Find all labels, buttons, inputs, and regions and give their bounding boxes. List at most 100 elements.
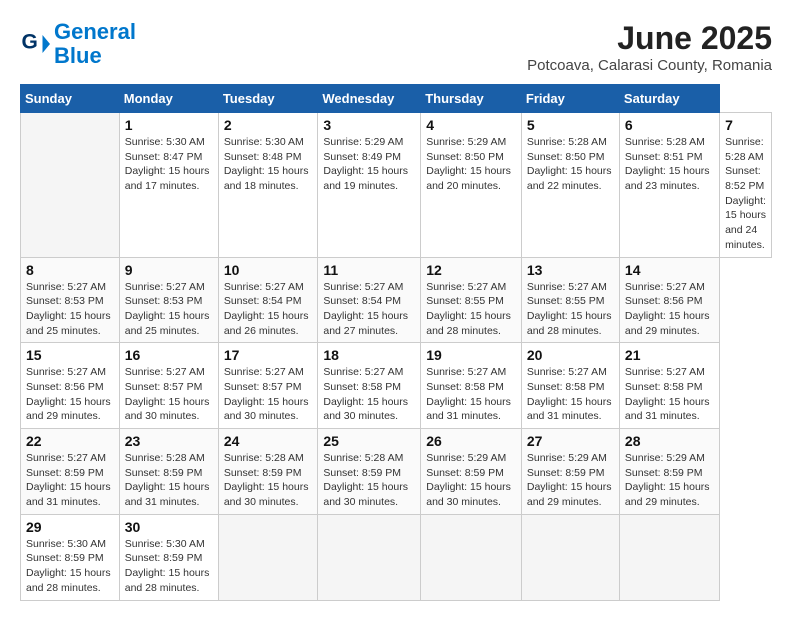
daylight: Daylight: 15 hours and 20 minutes. — [426, 165, 511, 192]
day-number: 5 — [527, 117, 614, 133]
sunset: Sunset: 8:59 PM — [426, 467, 504, 479]
day-number: 14 — [625, 262, 714, 278]
sunrise: Sunrise: 5:27 AM — [527, 366, 607, 378]
week-row-2: 8 Sunrise: 5:27 AM Sunset: 8:53 PM Dayli… — [21, 257, 772, 343]
sunset: Sunset: 8:54 PM — [224, 295, 302, 307]
sunrise: Sunrise: 5:29 AM — [625, 452, 705, 464]
day-number: 13 — [527, 262, 614, 278]
sunset: Sunset: 8:59 PM — [125, 467, 203, 479]
sunset: Sunset: 8:59 PM — [224, 467, 302, 479]
calendar-cell: 3 Sunrise: 5:29 AM Sunset: 8:49 PM Dayli… — [318, 113, 421, 258]
day-info: Sunrise: 5:27 AM Sunset: 8:53 PM Dayligh… — [26, 280, 114, 339]
location-title: Potcoava, Calarasi County, Romania — [527, 57, 772, 74]
day-number: 20 — [527, 347, 614, 363]
daylight: Daylight: 15 hours and 31 minutes. — [125, 481, 210, 508]
day-number: 7 — [725, 117, 766, 133]
daylight: Daylight: 15 hours and 29 minutes. — [26, 396, 111, 423]
daylight: Daylight: 15 hours and 30 minutes. — [125, 396, 210, 423]
day-info: Sunrise: 5:27 AM Sunset: 8:59 PM Dayligh… — [26, 451, 114, 510]
sunset: Sunset: 8:58 PM — [426, 381, 504, 393]
day-info: Sunrise: 5:27 AM Sunset: 8:57 PM Dayligh… — [224, 365, 313, 424]
day-number: 25 — [323, 433, 415, 449]
calendar-cell: 11 Sunrise: 5:27 AM Sunset: 8:54 PM Dayl… — [318, 257, 421, 343]
calendar-cell: 7 Sunrise: 5:28 AM Sunset: 8:52 PM Dayli… — [720, 113, 772, 258]
sunset: Sunset: 8:58 PM — [323, 381, 401, 393]
daylight: Daylight: 15 hours and 30 minutes. — [224, 481, 309, 508]
calendar-cell: 22 Sunrise: 5:27 AM Sunset: 8:59 PM Dayl… — [21, 429, 120, 515]
sunset: Sunset: 8:51 PM — [625, 151, 703, 163]
day-number: 26 — [426, 433, 516, 449]
sunrise: Sunrise: 5:27 AM — [125, 366, 205, 378]
daylight: Daylight: 15 hours and 18 minutes. — [224, 165, 309, 192]
day-info: Sunrise: 5:27 AM Sunset: 8:56 PM Dayligh… — [26, 365, 114, 424]
calendar-cell: 27 Sunrise: 5:29 AM Sunset: 8:59 PM Dayl… — [521, 429, 619, 515]
day-info: Sunrise: 5:30 AM Sunset: 8:48 PM Dayligh… — [224, 135, 313, 194]
daylight: Daylight: 15 hours and 27 minutes. — [323, 310, 408, 337]
sunrise: Sunrise: 5:27 AM — [527, 281, 607, 293]
sunset: Sunset: 8:58 PM — [527, 381, 605, 393]
logo-text: General Blue — [54, 20, 136, 68]
day-info: Sunrise: 5:28 AM Sunset: 8:51 PM Dayligh… — [625, 135, 714, 194]
sunrise: Sunrise: 5:27 AM — [323, 366, 403, 378]
day-number: 3 — [323, 117, 415, 133]
calendar-cell: 6 Sunrise: 5:28 AM Sunset: 8:51 PM Dayli… — [619, 113, 719, 258]
sunset: Sunset: 8:59 PM — [323, 467, 401, 479]
sunrise: Sunrise: 5:29 AM — [426, 452, 506, 464]
sunset: Sunset: 8:47 PM — [125, 151, 203, 163]
sunset: Sunset: 8:57 PM — [224, 381, 302, 393]
day-number: 18 — [323, 347, 415, 363]
sunset: Sunset: 8:59 PM — [26, 552, 104, 564]
sunrise: Sunrise: 5:27 AM — [26, 452, 106, 464]
daylight: Daylight: 15 hours and 29 minutes. — [527, 481, 612, 508]
calendar-cell: 1 Sunrise: 5:30 AM Sunset: 8:47 PM Dayli… — [119, 113, 218, 258]
daylight: Daylight: 15 hours and 22 minutes. — [527, 165, 612, 192]
sunrise: Sunrise: 5:28 AM — [527, 136, 607, 148]
daylight: Daylight: 15 hours and 28 minutes. — [426, 310, 511, 337]
day-info: Sunrise: 5:28 AM Sunset: 8:52 PM Dayligh… — [725, 135, 766, 253]
sunrise: Sunrise: 5:27 AM — [625, 281, 705, 293]
sunset: Sunset: 8:49 PM — [323, 151, 401, 163]
day-number: 21 — [625, 347, 714, 363]
sunset: Sunset: 8:55 PM — [426, 295, 504, 307]
sunrise: Sunrise: 5:27 AM — [26, 366, 106, 378]
calendar-cell: 28 Sunrise: 5:29 AM Sunset: 8:59 PM Dayl… — [619, 429, 719, 515]
daylight: Daylight: 15 hours and 25 minutes. — [125, 310, 210, 337]
day-info: Sunrise: 5:28 AM Sunset: 8:59 PM Dayligh… — [125, 451, 213, 510]
sunset: Sunset: 8:56 PM — [625, 295, 703, 307]
weekday-header-thursday: Thursday — [421, 85, 522, 113]
sunrise: Sunrise: 5:27 AM — [224, 281, 304, 293]
daylight: Daylight: 15 hours and 23 minutes. — [625, 165, 710, 192]
day-info: Sunrise: 5:27 AM Sunset: 8:53 PM Dayligh… — [125, 280, 213, 339]
calendar-cell: 19 Sunrise: 5:27 AM Sunset: 8:58 PM Dayl… — [421, 343, 522, 429]
logo-icon: G — [20, 29, 50, 59]
weekday-header-sunday: Sunday — [21, 85, 120, 113]
svg-text:G: G — [22, 31, 38, 54]
weekday-header-tuesday: Tuesday — [218, 85, 318, 113]
weekday-header-saturday: Saturday — [619, 85, 719, 113]
day-info: Sunrise: 5:30 AM Sunset: 8:59 PM Dayligh… — [26, 537, 114, 596]
sunrise: Sunrise: 5:28 AM — [323, 452, 403, 464]
day-number: 6 — [625, 117, 714, 133]
logo-line1: General — [54, 19, 136, 44]
calendar-cell: 23 Sunrise: 5:28 AM Sunset: 8:59 PM Dayl… — [119, 429, 218, 515]
daylight: Daylight: 15 hours and 29 minutes. — [625, 481, 710, 508]
sunrise: Sunrise: 5:27 AM — [625, 366, 705, 378]
daylight: Daylight: 15 hours and 31 minutes. — [26, 481, 111, 508]
day-number: 15 — [26, 347, 114, 363]
day-number: 9 — [125, 262, 213, 278]
day-number: 11 — [323, 262, 415, 278]
day-info: Sunrise: 5:28 AM Sunset: 8:59 PM Dayligh… — [224, 451, 313, 510]
calendar-cell: 17 Sunrise: 5:27 AM Sunset: 8:57 PM Dayl… — [218, 343, 318, 429]
day-info: Sunrise: 5:30 AM Sunset: 8:47 PM Dayligh… — [125, 135, 213, 194]
calendar-table: SundayMondayTuesdayWednesdayThursdayFrid… — [20, 84, 772, 601]
sunrise: Sunrise: 5:27 AM — [426, 281, 506, 293]
day-number: 10 — [224, 262, 313, 278]
calendar-cell: 13 Sunrise: 5:27 AM Sunset: 8:55 PM Dayl… — [521, 257, 619, 343]
day-number: 17 — [224, 347, 313, 363]
sunrise: Sunrise: 5:30 AM — [26, 538, 106, 550]
sunset: Sunset: 8:53 PM — [125, 295, 203, 307]
day-number: 19 — [426, 347, 516, 363]
calendar-cell: 4 Sunrise: 5:29 AM Sunset: 8:50 PM Dayli… — [421, 113, 522, 258]
daylight: Daylight: 15 hours and 25 minutes. — [26, 310, 111, 337]
calendar-cell: 15 Sunrise: 5:27 AM Sunset: 8:56 PM Dayl… — [21, 343, 120, 429]
